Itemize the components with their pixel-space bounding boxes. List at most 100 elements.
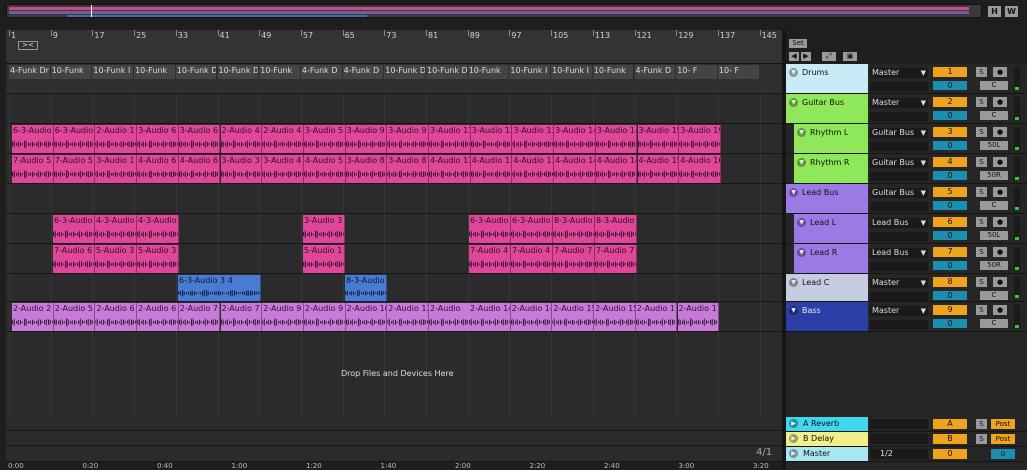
audio-clip[interactable]: 3-Audio 1 bbox=[95, 155, 138, 183]
audio-clip[interactable]: 3-Audio 14 bbox=[595, 125, 638, 153]
track-activator[interactable]: 4 bbox=[933, 157, 967, 167]
audio-clip[interactable]: 3-Audio 8 bbox=[387, 155, 429, 183]
lane-lead-l[interactable]: 6-3-Audio 4-3-Audio 4-3-Audio 3-Audio 3 6-3-… bbox=[6, 214, 782, 244]
track-header[interactable]: ▼ Rhythm L bbox=[794, 124, 868, 153]
audio-clip[interactable]: 10-Funk I bbox=[509, 65, 552, 79]
pre-post-toggle[interactable]: Post bbox=[991, 419, 1015, 429]
pre-post-toggle[interactable]: Post bbox=[991, 434, 1015, 444]
audio-clip[interactable]: 10-Funk D bbox=[217, 65, 260, 79]
arm-button[interactable]: ● bbox=[993, 277, 1007, 287]
audio-clip[interactable]: 6-3-Audio bbox=[469, 215, 511, 243]
audio-clip[interactable]: 7-Audio 7 bbox=[595, 245, 637, 273]
pan-field[interactable]: C bbox=[980, 111, 1008, 120]
audio-clip[interactable]: 7-Audio 7 bbox=[553, 245, 595, 273]
audio-clip[interactable]: 4-Audio 14 bbox=[595, 155, 638, 183]
audio-clip[interactable]: 4-Audio 5 bbox=[303, 155, 346, 183]
arm-button[interactable]: ● bbox=[993, 305, 1007, 315]
audio-clip[interactable]: 4-Audio 14 bbox=[554, 155, 596, 183]
lane-rhythm-l[interactable]: 6-3-Audio 6-3-Audio 2-Audio 1 3-Audio 6 3-Au… bbox=[6, 124, 782, 154]
output-channel-select[interactable] bbox=[870, 172, 928, 181]
audio-clip[interactable]: 5-Audio 3 bbox=[137, 245, 179, 273]
pan-field[interactable]: C bbox=[980, 81, 1008, 90]
audio-clip[interactable]: 2-Audio 4 bbox=[262, 125, 304, 153]
track-header[interactable]: ▼ Lead L bbox=[794, 214, 868, 243]
audio-clip[interactable]: 4-3-Audio bbox=[95, 215, 137, 243]
output-routing-select[interactable]: Guitar Bus ▼ bbox=[870, 188, 928, 198]
audio-clip[interactable]: 4-Audio 12 bbox=[470, 155, 513, 183]
arm-button[interactable]: ● bbox=[993, 97, 1007, 107]
output-routing-select[interactable]: Master ▼ bbox=[870, 278, 928, 288]
audio-clip[interactable]: 8-3-Audio bbox=[595, 215, 637, 243]
audio-clip[interactable]: 10-Funk D bbox=[426, 65, 468, 79]
pan-field[interactable]: 50L bbox=[980, 231, 1008, 240]
audio-clip[interactable]: 4-Audio 13 bbox=[512, 155, 555, 183]
audio-clip[interactable]: 6-3-Audio bbox=[53, 125, 96, 153]
audio-clip[interactable]: 10-Funk bbox=[259, 65, 301, 79]
volume-field[interactable]: 0 bbox=[933, 291, 967, 300]
audio-clip[interactable]: 2-Audio 9 bbox=[262, 303, 304, 331]
fold-toggle-icon[interactable]: ▶ bbox=[789, 419, 798, 428]
audio-clip[interactable]: 2-Audio 7 bbox=[178, 303, 221, 331]
return-activator[interactable]: A bbox=[933, 419, 967, 429]
audio-clip[interactable]: 3-Audio 6 bbox=[137, 125, 179, 153]
track-activator[interactable]: 9 bbox=[933, 305, 967, 315]
fold-toggle-icon[interactable]: ▼ bbox=[789, 188, 798, 197]
audio-clip[interactable]: 3-Audio 15 bbox=[637, 125, 680, 153]
lane-drums[interactable]: 4-Funk Dr 10-Funk 10-Funk I 10-Funk 10-Funk … bbox=[6, 64, 782, 94]
output-channel-select[interactable] bbox=[870, 292, 928, 301]
return-lane-a[interactable] bbox=[6, 416, 782, 431]
audio-clip[interactable]: 8-3-Audio bbox=[553, 215, 595, 243]
audio-clip[interactable]: 10-Funk D bbox=[384, 65, 426, 79]
lane-lead-c[interactable]: 6-3-Audio 3 4 8-3-Audio bbox=[6, 274, 782, 302]
arm-button[interactable]: ● bbox=[993, 247, 1007, 257]
lane-guitar-bus[interactable] bbox=[6, 94, 782, 124]
audio-clip[interactable]: 3-Audio 9 bbox=[345, 125, 388, 153]
audio-clip[interactable]: 6-3-Audio bbox=[53, 215, 95, 243]
audio-clip[interactable]: 3-Audio 4 bbox=[262, 155, 304, 183]
audio-clip[interactable]: 5-Audio 1 bbox=[303, 245, 345, 273]
track-activator[interactable]: 5 bbox=[933, 187, 967, 197]
output-routing-select[interactable]: Guitar Bus ▼ bbox=[870, 128, 928, 138]
output-channel-select[interactable] bbox=[870, 112, 928, 121]
time-ruler[interactable]: 0:00 0:20 0:40 1:00 1:20 1:40 2:00 2:20 2:40 3:00… bbox=[6, 462, 782, 470]
solo-button[interactable]: S bbox=[976, 187, 987, 197]
track-header[interactable]: ▼ Rhythm R bbox=[794, 154, 868, 183]
audio-clip[interactable]: 10-Funk bbox=[134, 65, 176, 79]
audio-clip[interactable]: 4-Audio 6 bbox=[137, 155, 179, 183]
audio-clip[interactable]: 10-Funk I bbox=[551, 65, 593, 79]
output-channel-select[interactable] bbox=[870, 262, 928, 271]
audio-clip[interactable]: 4-Funk D bbox=[300, 65, 343, 79]
output-routing-select[interactable]: Guitar Bus ▼ bbox=[870, 158, 928, 168]
output-channel-select[interactable] bbox=[870, 142, 928, 151]
return-header[interactable]: ▶ B Delay bbox=[786, 432, 868, 446]
audio-clip[interactable]: 3-Audio 6 bbox=[178, 125, 221, 153]
audio-clip[interactable]: 10- F bbox=[717, 65, 760, 79]
pan-field[interactable]: C bbox=[980, 319, 1008, 328]
arrangement-view[interactable]: 4-Funk Dr 10-Funk 10-Funk I 10-Funk 10-Funk … bbox=[6, 64, 782, 416]
volume-field[interactable]: 0 bbox=[933, 231, 967, 240]
audio-clip[interactable]: 3-Audio 12 bbox=[470, 125, 513, 153]
lane-lead-r[interactable]: 7-Audio 6 5-Audio 3 5-Audio 3 5-Audio 1 7-Au… bbox=[6, 244, 782, 274]
fold-toggle-icon[interactable]: ▶ bbox=[789, 434, 798, 443]
track-header[interactable]: ▼ Bass bbox=[786, 302, 868, 331]
track-activator[interactable]: 6 bbox=[933, 217, 967, 227]
track-header[interactable]: ▼ Lead C bbox=[786, 274, 868, 301]
audio-clip[interactable]: 4-Audio 15 bbox=[637, 155, 680, 183]
audio-clip[interactable]: 7-Audio 6 bbox=[53, 245, 95, 273]
pan-field[interactable]: 50R bbox=[980, 171, 1008, 180]
return-lane-master[interactable] bbox=[6, 446, 782, 462]
output-channel-select[interactable] bbox=[870, 82, 928, 91]
solo-button[interactable]: S bbox=[976, 217, 987, 227]
track-activator[interactable]: 8 bbox=[933, 277, 967, 287]
track-header[interactable]: ▼ Guitar Bus bbox=[786, 94, 868, 123]
audio-clip[interactable]: 3-Audio 13 bbox=[512, 125, 555, 153]
audio-clip[interactable]: 2-Audio 17 bbox=[635, 303, 678, 331]
audio-clip[interactable]: 2-Audio 12 bbox=[387, 303, 429, 331]
solo-button[interactable]: S bbox=[976, 277, 987, 287]
audio-clip[interactable]: 3-Audio 11 bbox=[429, 125, 471, 153]
arm-button[interactable]: ● bbox=[993, 217, 1007, 227]
audio-clip[interactable]: 4-Funk D bbox=[634, 65, 677, 79]
audio-clip[interactable]: 2-Audio 7 bbox=[220, 303, 263, 331]
audio-clip[interactable]: 4-Audio 11 bbox=[429, 155, 471, 183]
audio-clip[interactable]: 7-Audio 4 bbox=[511, 245, 553, 273]
